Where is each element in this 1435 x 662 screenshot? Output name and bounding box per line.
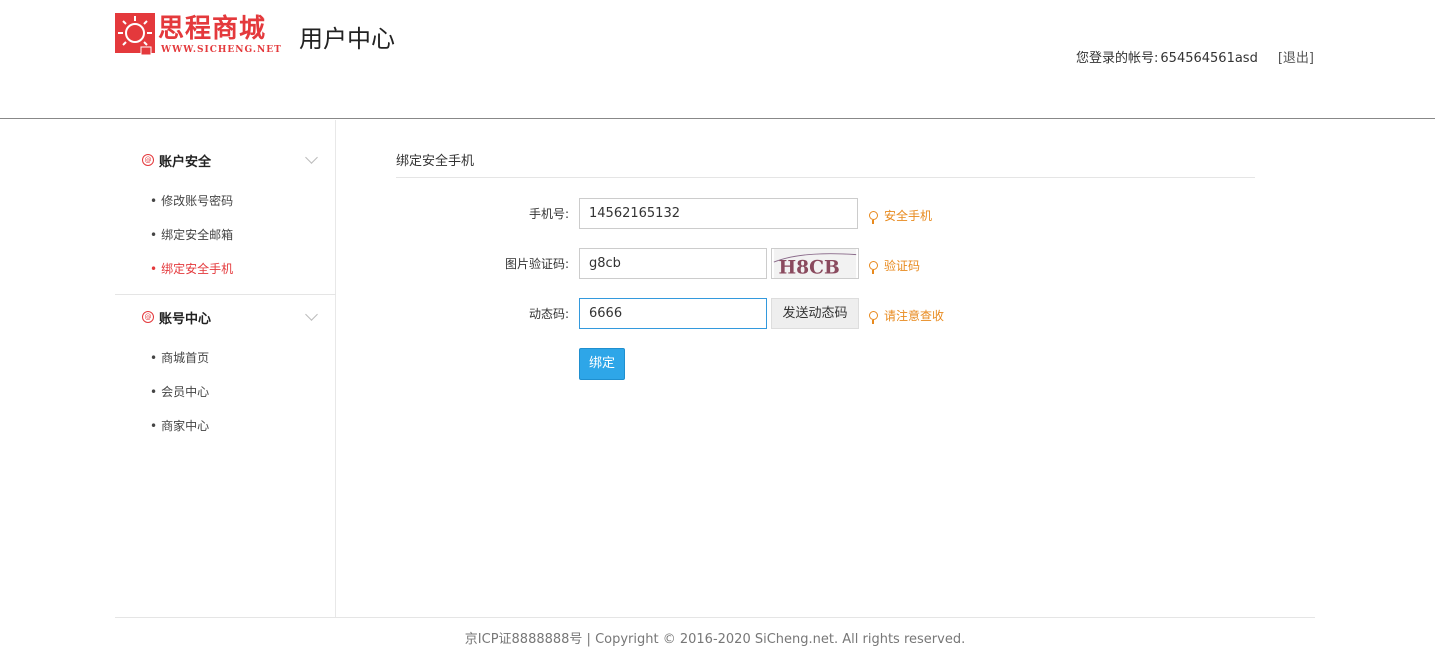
- sidebar-group-header[interactable]: @ 账号中心: [115, 277, 336, 357]
- sidebar-group-title: 账号中心: [159, 312, 212, 327]
- sidebar-group-header[interactable]: @ 账户安全: [115, 120, 335, 200]
- sms-code-label: 动态码:: [528, 307, 569, 321]
- phone-label: 手机号:: [528, 207, 569, 221]
- sidebar-item-change-password[interactable]: 修改账号密码: [150, 192, 233, 209]
- phone-hint: 安全手机: [869, 207, 932, 224]
- site-logo[interactable]: 思程商城 WWW.SICHENG.NET: [115, 12, 282, 62]
- account-info: 您登录的帐号: 654564561asd [退出]: [1076, 47, 1314, 66]
- lightbulb-icon: [869, 261, 878, 274]
- sms-code-input[interactable]: [579, 298, 767, 329]
- bind-button[interactable]: 绑定: [579, 348, 625, 380]
- sidebar-item-bind-email[interactable]: 绑定安全邮箱: [150, 226, 233, 243]
- chevron-down-icon[interactable]: [305, 151, 318, 164]
- logo-text: 思程商城: [158, 14, 267, 44]
- phone-input[interactable]: [579, 198, 858, 229]
- logo-bulb-icon: [115, 13, 155, 56]
- captcha-input[interactable]: [579, 248, 767, 279]
- sidebar-group-account-center: @ 账号中心 商城首页 会员中心 商家中心: [115, 277, 336, 433]
- logout-link[interactable]: [退出]: [1278, 51, 1314, 66]
- main-content: 绑定安全手机 手机号: 安全手机 图片验证码: H8CB 验证码 动态码: 发送…: [396, 150, 1255, 380]
- captcha-hint: 验证码: [869, 257, 920, 274]
- sidebar-item-bind-phone[interactable]: 绑定安全手机: [150, 260, 233, 277]
- captcha-image[interactable]: H8CB: [771, 248, 859, 279]
- captcha-label: 图片验证码:: [504, 257, 569, 271]
- sms-hint: 请注意查收: [869, 307, 944, 324]
- sidebar-item-member-center[interactable]: 会员中心: [150, 383, 209, 400]
- sidebar-group-title: 账户安全: [159, 155, 212, 170]
- at-icon: @: [142, 154, 154, 166]
- section-title: 绑定安全手机: [396, 150, 1255, 178]
- at-icon: @: [142, 311, 154, 323]
- chevron-down-icon[interactable]: [305, 308, 318, 321]
- page-title: 用户中心: [299, 25, 395, 53]
- account-label: 您登录的帐号:: [1076, 51, 1159, 66]
- sidebar-item-seller-center[interactable]: 商家中心: [150, 417, 209, 434]
- sidebar-item-mall-home[interactable]: 商城首页: [150, 349, 209, 366]
- footer: 京ICP证8888888号 | Copyright © 2016-2020 Si…: [115, 617, 1315, 656]
- sidebar-group-account-security: @ 账户安全 修改账号密码 绑定安全邮箱 绑定安全手机: [115, 120, 335, 276]
- lightbulb-icon: [869, 311, 878, 324]
- lightbulb-icon: [869, 211, 878, 224]
- header: 思程商城 WWW.SICHENG.NET 用户中心 您登录的帐号: 6545645…: [0, 0, 1435, 119]
- send-sms-code-button[interactable]: 发送动态码: [771, 298, 859, 329]
- account-value: 654564561asd: [1160, 51, 1258, 66]
- sidebar: @ 账户安全 修改账号密码 绑定安全邮箱 绑定安全手机 @ 账号中心 商城首页 …: [115, 120, 336, 617]
- logo-url: WWW.SICHENG.NET: [161, 45, 282, 55]
- svg-text:H8CB: H8CB: [779, 256, 840, 278]
